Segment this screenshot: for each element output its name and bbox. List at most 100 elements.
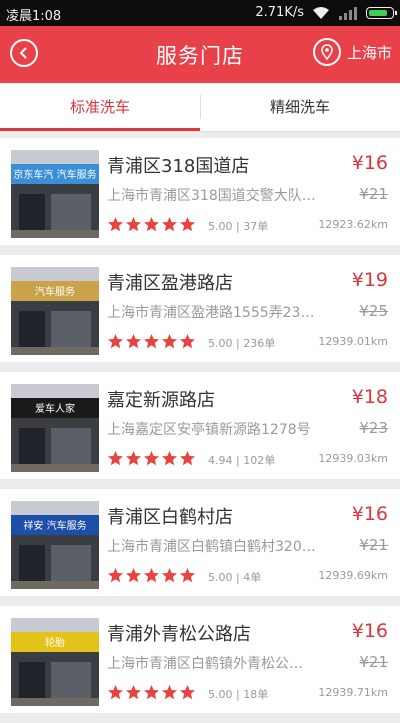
- store-address: 上海市青浦区白鹤镇白鹤村320…: [107, 539, 316, 555]
- star-icon: [162, 685, 177, 700]
- star-icon: [180, 568, 195, 583]
- store-price: ¥16: [351, 152, 388, 174]
- star-icon: [162, 217, 177, 232]
- store-distance: 12939.01km: [318, 335, 388, 348]
- store-original-price: ¥25: [359, 302, 388, 320]
- city-selector[interactable]: 上海市: [312, 38, 392, 66]
- svg-text:汽车服务: 汽车服务: [35, 285, 75, 298]
- store-name: 青浦区318国道店: [107, 156, 250, 177]
- battery-icon: [366, 6, 397, 19]
- store-rating: 4.94: [208, 454, 233, 467]
- city-label: 上海市: [346, 43, 392, 62]
- store-rating: 5.00: [208, 571, 233, 584]
- store-list-item[interactable]: 爱车人家 嘉定新源路店 ¥18 上海嘉定区安亭镇新源路1278号 ¥23 4.9…: [0, 372, 400, 479]
- star-icon: [126, 568, 141, 583]
- star-icon: [162, 334, 177, 349]
- rating-stars: [107, 684, 197, 701]
- store-list-item[interactable]: 汽车服务 青浦区盈港路店 ¥19 上海市青浦区盈港路1555弄23… ¥25 5…: [0, 255, 400, 362]
- rating-stars: [107, 450, 197, 467]
- star-icon: [144, 685, 159, 700]
- store-photo: 京东车汽 汽车服务: [11, 150, 99, 238]
- svg-text:祥安 汽车服务: 祥安 汽车服务: [23, 519, 86, 532]
- store-orders: 4单: [243, 571, 262, 584]
- rating-stars: [107, 567, 197, 584]
- store-original-price: ¥21: [359, 536, 388, 554]
- star-icon: [162, 568, 177, 583]
- rating-stars: [107, 333, 197, 350]
- star-icon: [126, 217, 141, 232]
- star-icon: [108, 334, 123, 349]
- store-original-price: ¥21: [359, 185, 388, 203]
- star-icon: [108, 568, 123, 583]
- store-price: ¥16: [351, 620, 388, 642]
- store-original-price: ¥23: [359, 419, 388, 437]
- store-orders: 18单: [243, 688, 269, 701]
- store-photo: 祥安 汽车服务: [11, 501, 99, 589]
- store-price: ¥16: [351, 503, 388, 525]
- svg-text:爱车人家: 爱车人家: [35, 402, 75, 415]
- svg-text:京东车汽 汽车服务: 京东车汽 汽车服务: [13, 168, 96, 181]
- star-icon: [144, 217, 159, 232]
- svg-text:轮胎: 轮胎: [45, 636, 65, 649]
- star-icon: [108, 217, 123, 232]
- star-icon: [180, 685, 195, 700]
- star-icon: [180, 217, 195, 232]
- star-icon: [144, 568, 159, 583]
- star-icon: [144, 334, 159, 349]
- star-icon: [126, 334, 141, 349]
- battery-level-fill: [369, 9, 387, 16]
- store-distance: 12923.62km: [318, 218, 388, 231]
- store-photo: 轮胎: [11, 618, 99, 706]
- store-rating-orders: 5.00 | 18单: [208, 688, 269, 701]
- location-pin-icon: [312, 38, 341, 66]
- store-distance: 12939.69km: [318, 569, 388, 582]
- store-list-item[interactable]: 祥安 汽车服务 青浦区白鹤村店 ¥16 上海市青浦区白鹤镇白鹤村320… ¥21…: [0, 489, 400, 596]
- store-distance: 12939.03km: [318, 452, 388, 465]
- wash-type-tabs: 标准洗车 精细洗车: [0, 83, 400, 132]
- store-name: 青浦区白鹤村店: [107, 507, 233, 528]
- store-price: ¥19: [351, 269, 388, 291]
- star-icon: [180, 451, 195, 466]
- store-photo: 爱车人家: [11, 384, 99, 472]
- store-original-price: ¥21: [359, 653, 388, 671]
- store-list: 京东车汽 汽车服务 青浦区318国道店 ¥16 上海市青浦区318国道交警大队……: [0, 138, 400, 723]
- store-rating-orders: 5.00 | 4单: [208, 571, 262, 584]
- store-name: 青浦区盈港路店: [107, 273, 233, 294]
- store-address: 上海市青浦区318国道交警大队…: [107, 188, 316, 204]
- store-address: 上海市青浦区盈港路1555弄23…: [107, 305, 315, 321]
- store-address: 上海嘉定区安亭镇新源路1278号: [107, 422, 311, 438]
- store-orders: 102单: [243, 454, 276, 467]
- wifi-icon: [313, 6, 329, 19]
- store-price: ¥18: [351, 386, 388, 408]
- store-address: 上海市青浦区白鹤镇外青松公…: [107, 656, 303, 672]
- store-name: 嘉定新源路店: [107, 390, 215, 411]
- network-speed: 2.71K/s: [255, 5, 304, 20]
- store-orders: 37单: [243, 220, 269, 233]
- star-icon: [180, 334, 195, 349]
- star-icon: [108, 685, 123, 700]
- star-icon: [144, 451, 159, 466]
- store-distance: 12939.71km: [318, 686, 388, 699]
- star-icon: [162, 451, 177, 466]
- tab-standard-wash[interactable]: 标准洗车: [0, 83, 200, 131]
- store-rating-orders: 5.00 | 236单: [208, 337, 276, 350]
- tab-detailed-wash[interactable]: 精细洗车: [200, 83, 400, 131]
- store-rating: 5.00: [208, 220, 233, 233]
- store-rating-orders: 5.00 | 37单: [208, 220, 269, 233]
- store-photo: 汽车服务: [11, 267, 99, 355]
- star-icon: [126, 685, 141, 700]
- store-orders: 236单: [243, 337, 276, 350]
- store-rating: 5.00: [208, 337, 233, 350]
- app-header: 服务门店 上海市: [0, 26, 400, 83]
- star-icon: [126, 451, 141, 466]
- status-time: 凌晨1:08: [6, 9, 62, 24]
- status-bar: 凌晨1:08 2.71K/s: [0, 0, 400, 26]
- store-list-item[interactable]: 轮胎 青浦外青松公路店 ¥16 上海市青浦区白鹤镇外青松公… ¥21 5.00 …: [0, 606, 400, 713]
- store-name: 青浦外青松公路店: [107, 624, 251, 645]
- store-list-item[interactable]: 京东车汽 汽车服务 青浦区318国道店 ¥16 上海市青浦区318国道交警大队……: [0, 138, 400, 245]
- store-rating-orders: 4.94 | 102单: [208, 454, 276, 467]
- store-rating: 5.00: [208, 688, 233, 701]
- star-icon: [108, 451, 123, 466]
- signal-icon: [339, 6, 357, 20]
- rating-stars: [107, 216, 197, 233]
